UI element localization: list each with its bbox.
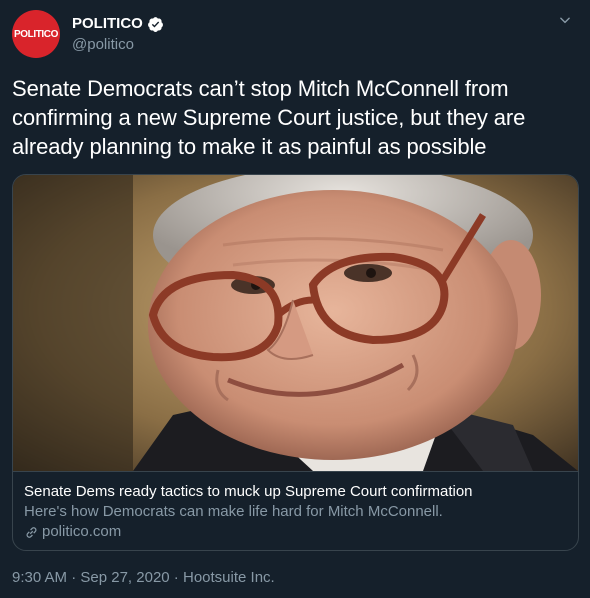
tweet-time[interactable]: 9:30 AM bbox=[12, 568, 67, 588]
link-card[interactable]: Senate Dems ready tactics to muck up Sup… bbox=[12, 174, 579, 551]
link-icon bbox=[26, 526, 37, 538]
card-domain-text: politico.com bbox=[42, 523, 122, 540]
tweet-date[interactable]: Sep 27, 2020 bbox=[80, 568, 169, 588]
card-image[interactable] bbox=[13, 175, 578, 471]
chevron-down-icon[interactable] bbox=[556, 12, 574, 30]
card-title: Senate Dems ready tactics to muck up Sup… bbox=[24, 483, 473, 500]
verified-badge-icon bbox=[147, 16, 163, 32]
author-handle[interactable]: @politico bbox=[72, 35, 164, 55]
tweet-text: Senate Democrats can’t stop Mitch McConn… bbox=[12, 76, 526, 159]
author-display-name[interactable]: POLITICO bbox=[72, 14, 143, 34]
card-description: Here's how Democrats can make life hard … bbox=[24, 503, 443, 520]
tweet-header: POLITICO POLITICO @politico bbox=[12, 10, 578, 60]
tweet-footer: 9:30 AM · Sep 27, 2020 · Hootsuite Inc. bbox=[12, 568, 275, 588]
avatar-logo-text: POLITICO bbox=[13, 28, 59, 40]
footer-separator: · bbox=[67, 569, 81, 586]
author-block: POLITICO @politico bbox=[72, 14, 164, 55]
card-body[interactable]: Senate Dems ready tactics to muck up Sup… bbox=[13, 471, 578, 550]
avatar[interactable]: POLITICO bbox=[12, 10, 60, 58]
card-domain: politico.com bbox=[24, 522, 567, 542]
footer-separator-2: · bbox=[169, 569, 183, 586]
tweet-source[interactable]: Hootsuite Inc. bbox=[183, 568, 275, 588]
portrait-photo bbox=[13, 175, 578, 471]
tweet: POLITICO POLITICO @politico Senate Democ… bbox=[0, 0, 590, 598]
author-name-row: POLITICO bbox=[72, 14, 164, 34]
